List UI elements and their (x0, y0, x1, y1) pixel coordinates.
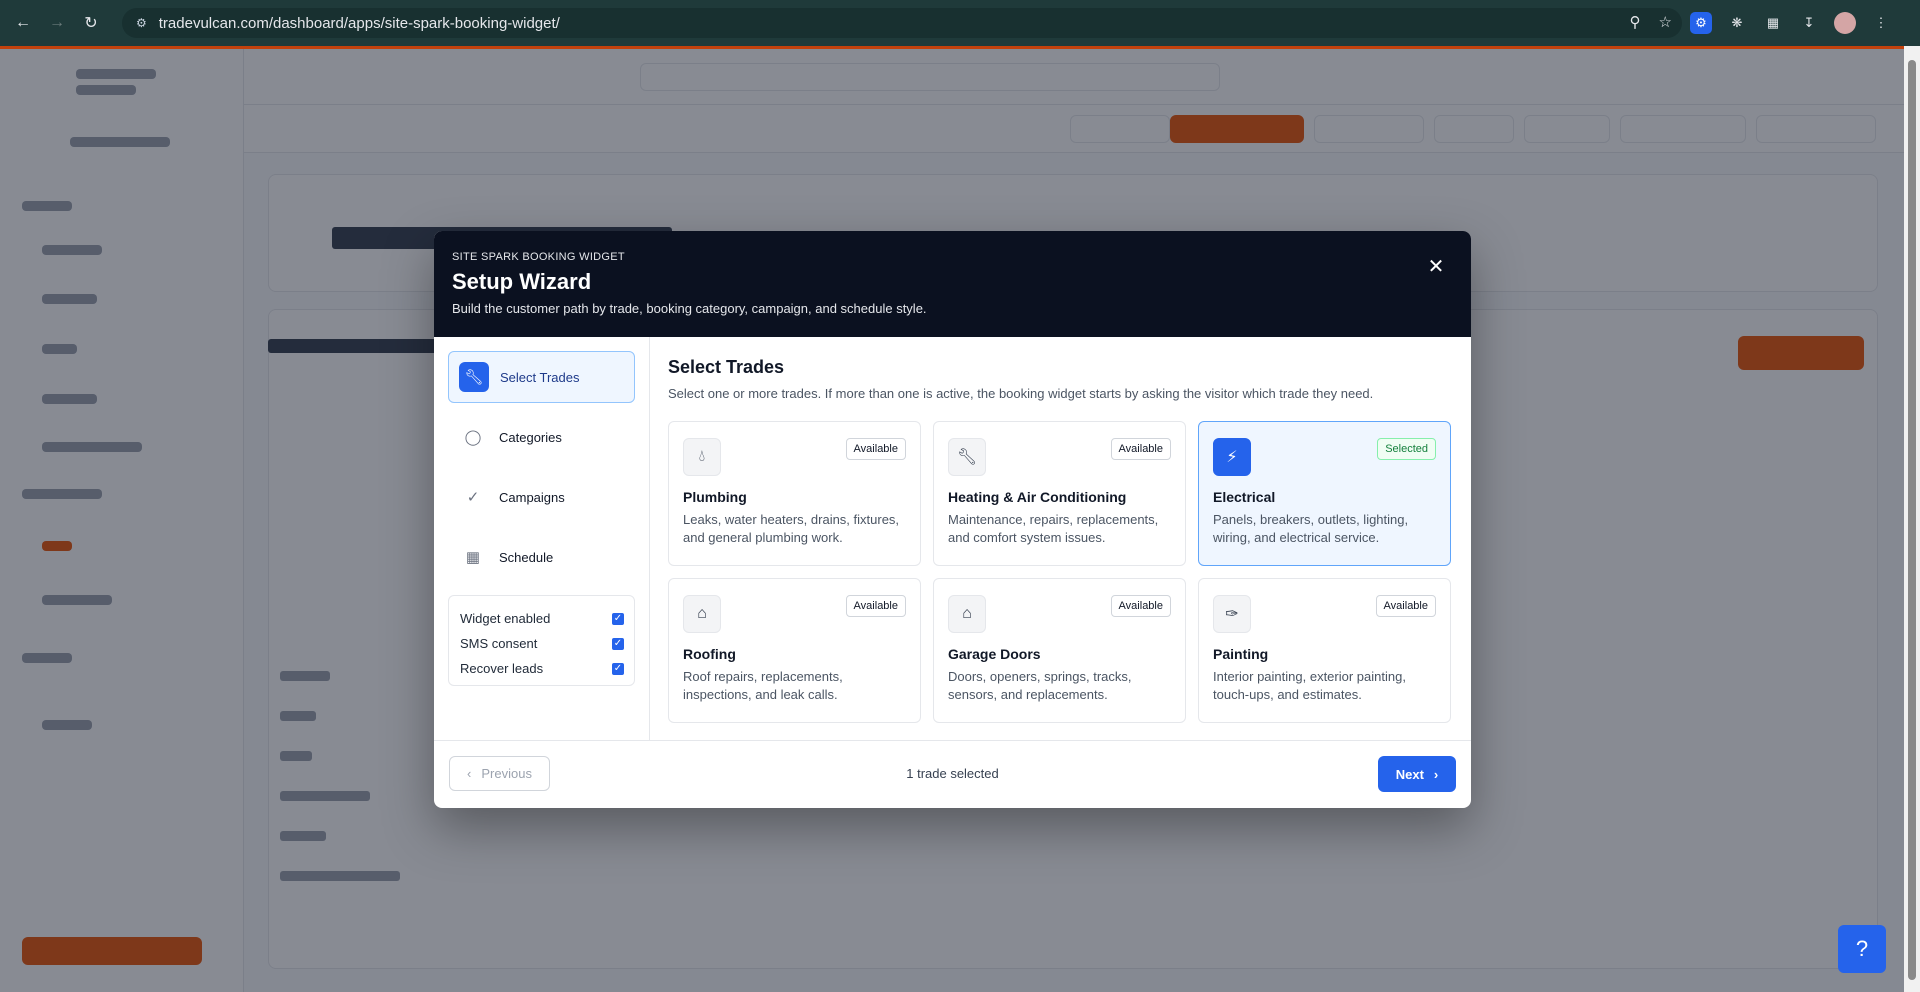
next-label: Next (1395, 766, 1424, 782)
step-schedule[interactable]: ▦ Schedule (448, 531, 635, 583)
status-badge: Available (1110, 595, 1171, 617)
trade-card-hvac[interactable]: 🔧︎ Available Heating & Air Conditioning … (933, 421, 1186, 566)
step-label: Campaigns (499, 489, 565, 505)
extension-icon[interactable]: ⚙ (1690, 12, 1712, 34)
wrench-icon: 🔧︎ (948, 438, 986, 476)
trade-name: Plumbing (683, 489, 747, 505)
extension-icon[interactable]: ▦ (1762, 12, 1784, 34)
status-badge: Available (1375, 595, 1436, 617)
trade-description: Doors, openers, springs, tracks, sensors… (948, 669, 1132, 702)
wizard-steps: 🔧︎ Select Trades ◯ Categories ✓ Campaign… (434, 337, 650, 740)
trade-description: Roof repairs, replacements, inspections,… (683, 669, 843, 702)
widget-enabled-checkbox[interactable]: ✓ (612, 612, 624, 625)
trade-card-electrical[interactable]: ⚡︎ Selected Electrical Panels, breakers,… (1198, 421, 1451, 566)
trade-name: Electrical (1213, 489, 1276, 505)
trade-name: Roofing (683, 646, 736, 662)
site-info-icon[interactable]: ⚙ (136, 16, 147, 30)
check-icon: ✓ (466, 489, 480, 506)
status-badge: Available (845, 595, 906, 617)
trade-card-garage-doors[interactable]: ⌂ Available Garage Doors Doors, openers,… (933, 578, 1186, 723)
setup-wizard-modal: SITE SPARK BOOKING WIDGET Setup Wizard B… (434, 231, 1471, 808)
browser-toolbar: ← → ↻ ⚙ tradevulcan.com/dashboard/apps/s… (0, 0, 1920, 46)
url-text[interactable]: tradevulcan.com/dashboard/apps/site-spar… (159, 15, 560, 32)
modal-subtitle: Build the customer path by trade, bookin… (452, 301, 927, 316)
paintbrush-icon: ✑ (1213, 595, 1251, 633)
trade-description: Maintenance, repairs, replacements, and … (948, 512, 1159, 545)
wrench-icon: 🔧︎ (459, 362, 489, 392)
trade-name: Garage Doors (948, 646, 1041, 662)
status-badge: Selected (1377, 438, 1436, 460)
settings-toggles: Widget enabled ✓ SMS consent ✓ Recover l… (448, 595, 635, 686)
toggle-sms-consent: SMS consent ✓ (460, 631, 624, 656)
tag-icon: ◯ (464, 429, 482, 446)
recover-leads-checkbox[interactable]: ✓ (612, 662, 624, 675)
step-label: Categories (499, 429, 562, 445)
back-icon[interactable]: ← (12, 12, 34, 34)
menu-icon[interactable]: ⋮ (1870, 12, 1892, 34)
step-label: Select Trades (500, 369, 580, 385)
toggle-label: Recover leads (460, 661, 544, 676)
toggle-widget-enabled: Widget enabled ✓ (460, 606, 624, 631)
modal-eyebrow: SITE SPARK BOOKING WIDGET (452, 251, 625, 263)
step-label: Schedule (499, 549, 554, 565)
bookmark-star-icon[interactable]: ☆ (1659, 13, 1672, 31)
trade-description: Interior painting, exterior painting, to… (1213, 669, 1406, 702)
trade-card-painting[interactable]: ✑ Available Painting Interior painting, … (1198, 578, 1451, 723)
zoom-icon[interactable]: ⚲ (1630, 13, 1641, 31)
trade-grid: 💧︎ Available Plumbing Leaks, water heate… (668, 421, 1454, 723)
page-scrollbar[interactable] (1904, 46, 1920, 992)
calendar-icon: ▦ (465, 549, 481, 566)
trade-description: Panels, breakers, outlets, lighting, wir… (1213, 512, 1409, 545)
next-button[interactable]: Next › (1378, 756, 1456, 792)
modal-header: SITE SPARK BOOKING WIDGET Setup Wizard B… (434, 231, 1471, 337)
forward-icon[interactable]: → (46, 12, 68, 34)
close-icon[interactable]: ✕ (1425, 255, 1447, 278)
trade-card-roofing[interactable]: ⌂ Available Roofing Roof repairs, replac… (668, 578, 921, 723)
wizard-content: Select Trades Select one or more trades.… (650, 337, 1471, 740)
toggle-label: SMS consent (460, 636, 538, 651)
profile-avatar[interactable] (1834, 12, 1856, 34)
trade-card-plumbing[interactable]: 💧︎ Available Plumbing Leaks, water heate… (668, 421, 921, 566)
help-question-icon[interactable]: ? (1838, 925, 1886, 973)
house-icon: ⌂ (683, 595, 721, 633)
content-subtitle: Select one or more trades. If more than … (668, 386, 1374, 401)
status-badge: Available (845, 438, 906, 460)
content-title: Select Trades (668, 357, 785, 377)
selection-status: 1 trade selected (906, 766, 999, 781)
trade-name: Painting (1213, 646, 1269, 662)
chevron-right-icon: › (1433, 766, 1439, 782)
status-badge: Available (1110, 438, 1171, 460)
lightning-icon: ⚡︎ (1213, 438, 1251, 476)
reload-icon[interactable]: ↻ (80, 12, 102, 34)
house-icon: ⌂ (948, 595, 986, 633)
sms-consent-checkbox[interactable]: ✓ (612, 637, 624, 650)
step-campaigns[interactable]: ✓ Campaigns (448, 471, 635, 523)
address-bar[interactable]: ⚙ tradevulcan.com/dashboard/apps/site-sp… (122, 8, 1682, 38)
extension-icon[interactable]: ❋ (1726, 12, 1748, 34)
toggle-recover-leads: Recover leads ✓ (460, 656, 624, 681)
modal-title: Setup Wizard (452, 269, 592, 294)
step-categories[interactable]: ◯ Categories (448, 411, 635, 463)
droplet-icon: 💧︎ (683, 438, 721, 476)
trade-name: Heating & Air Conditioning (948, 489, 1127, 505)
toggle-label: Widget enabled (460, 611, 551, 626)
trade-description: Leaks, water heaters, drains, fixtures, … (683, 512, 900, 545)
step-select-trades[interactable]: 🔧︎ Select Trades (448, 351, 635, 403)
modal-footer: ‹ Previous 1 trade selected Next › (434, 740, 1471, 808)
download-icon[interactable]: ↧ (1798, 12, 1820, 34)
